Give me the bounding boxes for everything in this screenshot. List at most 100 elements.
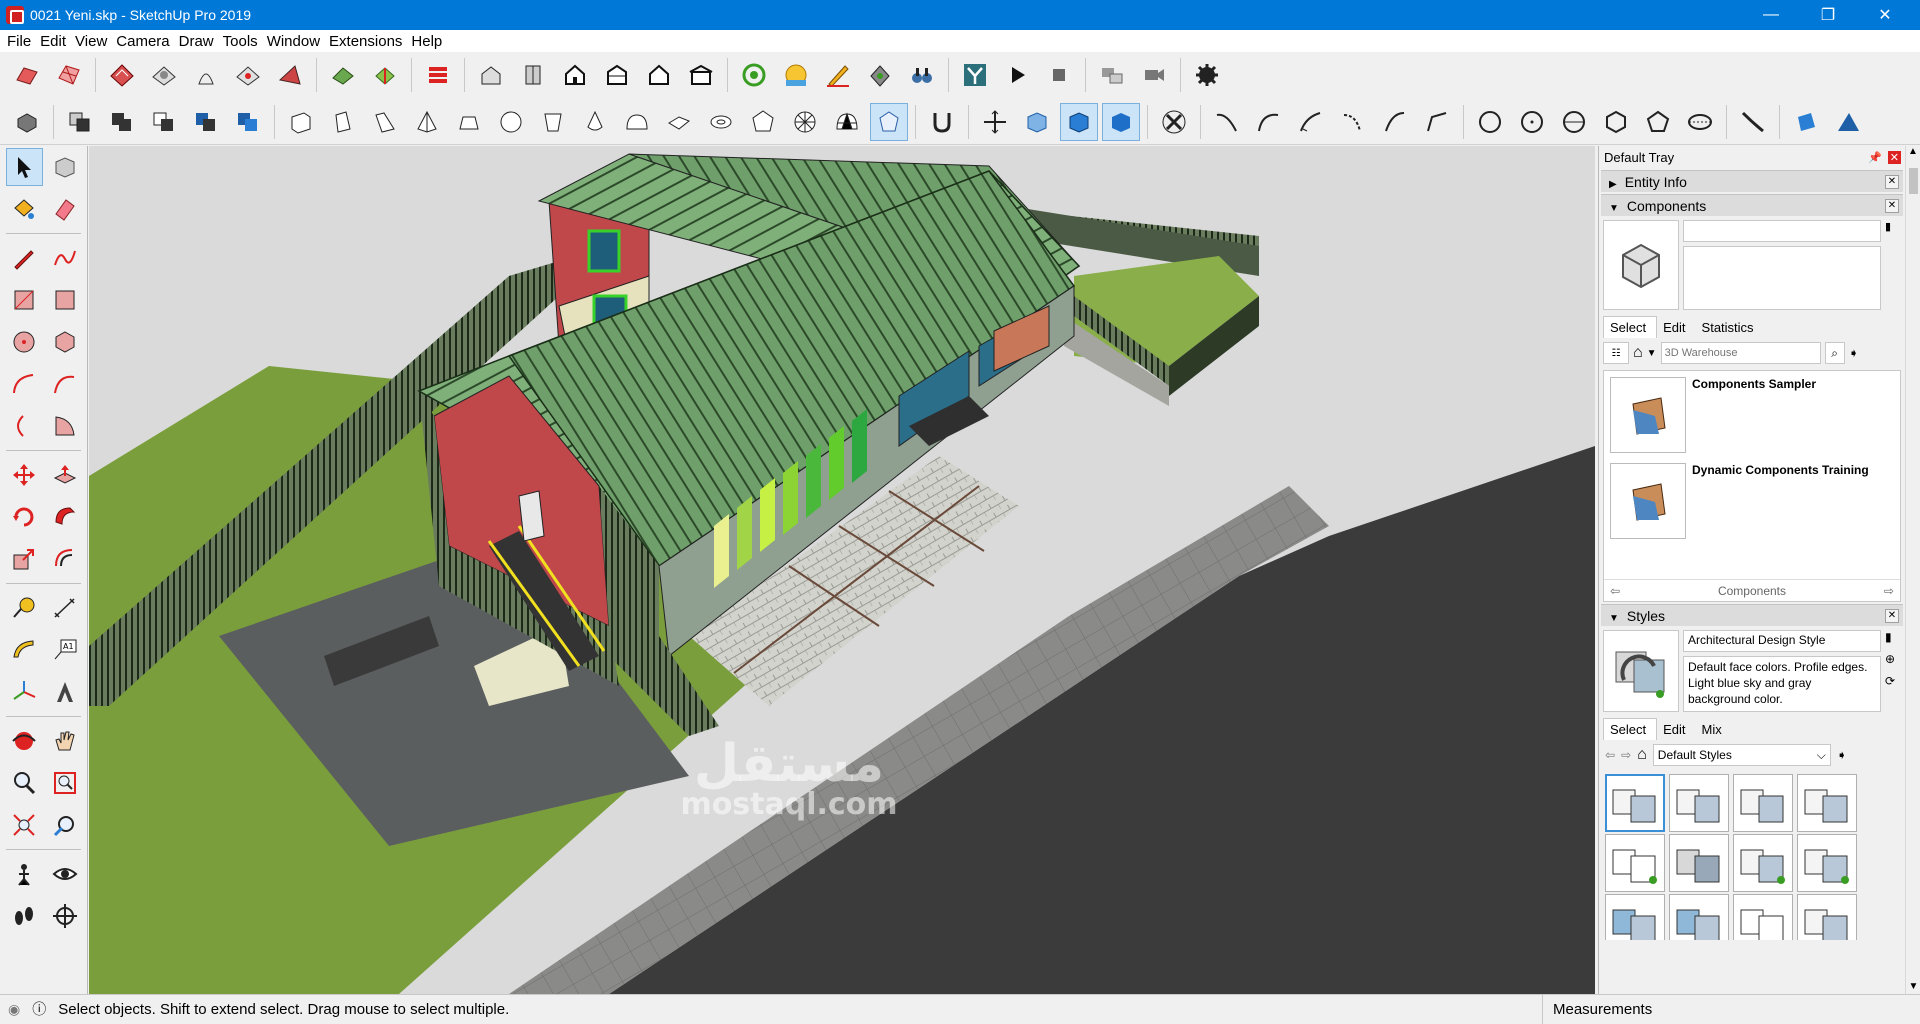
orbit-tool-button[interactable] (6, 722, 43, 760)
paint-bucket-button[interactable] (6, 190, 43, 228)
maximize-button[interactable]: ❐ (1805, 0, 1851, 30)
component-name-field[interactable] (1683, 220, 1881, 242)
shadows-button[interactable] (777, 56, 815, 94)
geodesic-button[interactable] (786, 103, 824, 141)
axes-tool-button[interactable] (6, 673, 43, 711)
pie-tool-button[interactable] (47, 407, 84, 445)
style-save-icon[interactable]: ▮ (1885, 630, 1901, 644)
box-button[interactable] (282, 103, 320, 141)
photo-match-button[interactable] (861, 56, 899, 94)
style-swatch[interactable] (1797, 774, 1857, 832)
camera-record-button[interactable] (1135, 56, 1173, 94)
dimension-tool-button[interactable] (47, 589, 84, 627)
forward-arrow-icon[interactable]: ⇨ (1621, 748, 1631, 762)
sandbox-from-contours-button[interactable] (103, 56, 141, 94)
dome-button[interactable] (618, 103, 656, 141)
union-button[interactable] (103, 103, 141, 141)
add-location-button[interactable] (8, 56, 46, 94)
style-swatch[interactable] (1605, 834, 1665, 892)
menu-draw[interactable]: Draw (176, 33, 220, 50)
helix-button[interactable] (870, 102, 908, 141)
tab-mix[interactable]: Mix (1696, 719, 1732, 740)
menu-camera[interactable]: Camera (113, 33, 175, 50)
measurements-box[interactable]: Measurements (1542, 995, 1920, 1024)
add-detail-button[interactable] (324, 56, 362, 94)
spline-button[interactable] (1334, 103, 1372, 141)
style-swatch[interactable] (1733, 834, 1793, 892)
tape-measure-button[interactable] (6, 589, 43, 627)
cubic-bezier-button[interactable] (1250, 103, 1288, 141)
scroll-up-icon[interactable]: ▲ (1906, 146, 1920, 157)
intersect-button[interactable] (61, 103, 99, 141)
tab-statistics[interactable]: Statistics (1696, 317, 1764, 338)
create-style-icon[interactable]: ⊕ (1885, 652, 1901, 666)
cone-button[interactable] (576, 103, 614, 141)
forward-arrow-icon[interactable]: ⇨ (1884, 584, 1894, 598)
offset-tool-button[interactable] (47, 540, 84, 578)
update-style-icon[interactable]: ⟳ (1885, 674, 1901, 688)
right-view-button[interactable] (598, 56, 636, 94)
drape-button[interactable] (271, 56, 309, 94)
extrude-face-button[interactable] (1829, 103, 1867, 141)
torus-button[interactable] (702, 103, 740, 141)
section-plane-tool-button[interactable] (47, 897, 84, 935)
info-icon[interactable]: ⓘ (32, 999, 46, 1019)
flip-edge-button[interactable] (366, 56, 404, 94)
binoculars-button[interactable] (903, 56, 941, 94)
pyramid-button[interactable] (408, 103, 446, 141)
trim-button[interactable] (187, 103, 225, 141)
arc-tool-button[interactable] (6, 365, 43, 403)
eraser-button[interactable] (47, 190, 84, 228)
minimize-button[interactable]: — (1748, 0, 1794, 30)
push-pull-button[interactable] (47, 456, 84, 494)
stamp-button[interactable] (229, 56, 267, 94)
zoom-window-button[interactable] (47, 764, 84, 802)
list-item[interactable]: Components Sampler (1604, 371, 1900, 457)
scene-export-button[interactable] (1093, 56, 1131, 94)
circle-center-button[interactable] (1513, 103, 1551, 141)
stop-button[interactable] (1040, 56, 1078, 94)
previous-view-button[interactable] (47, 806, 84, 844)
back-arrow-icon[interactable]: ⇦ (1605, 748, 1615, 762)
home-icon[interactable]: ⌂ (1633, 344, 1643, 362)
toggle-terrain-button[interactable] (50, 56, 88, 94)
back-arrow-icon[interactable]: ⇦ (1610, 584, 1620, 598)
top-view-button[interactable] (514, 56, 552, 94)
magnet-button[interactable] (923, 103, 961, 141)
menu-window[interactable]: Window (264, 33, 326, 50)
close-button[interactable]: ✕ (1862, 0, 1908, 30)
settings-button[interactable] (1188, 56, 1226, 94)
polygon-center-button[interactable] (1597, 103, 1635, 141)
close-icon[interactable]: ✕ (1885, 174, 1899, 189)
line-tool-button[interactable] (6, 239, 43, 277)
section-fill-button[interactable] (1102, 102, 1140, 141)
zoom-tool-button[interactable] (6, 764, 43, 802)
list-item[interactable]: Dynamic Components Training (1604, 457, 1900, 543)
section-cuts-button[interactable] (1060, 102, 1098, 141)
style-description-field[interactable]: Default face colors. Profile edges. Ligh… (1683, 656, 1881, 712)
scale-tool-button[interactable] (6, 540, 43, 578)
iso-view-button[interactable] (472, 56, 510, 94)
polyhedron-button[interactable] (744, 103, 782, 141)
scrollbar-thumb[interactable] (1909, 168, 1918, 194)
search-input[interactable] (1660, 342, 1821, 364)
details-arrow-icon[interactable]: ➧ (1837, 748, 1847, 762)
geo-location-button[interactable] (735, 56, 773, 94)
styles-library-select[interactable]: Default Styles ⌵ (1652, 744, 1831, 766)
tab-select[interactable]: Select (1603, 718, 1658, 740)
model-viewport[interactable]: مستقل mostaql.com (89, 146, 1595, 994)
polygon-3pt-button[interactable] (1555, 103, 1593, 141)
model-info-button[interactable] (819, 56, 857, 94)
3d-model-scene[interactable]: مستقل mostaql.com (89, 146, 1595, 994)
style-swatch[interactable] (1669, 894, 1729, 940)
pin-icon[interactable]: 📌 (1868, 151, 1882, 164)
look-around-button[interactable] (47, 855, 84, 893)
menu-help[interactable]: Help (408, 33, 448, 50)
smoove-button[interactable] (187, 56, 225, 94)
frustum-button[interactable] (450, 103, 488, 141)
prism-button[interactable] (324, 103, 362, 141)
details-arrow-icon[interactable]: ➧ (1849, 346, 1859, 360)
two-point-arc-button[interactable] (47, 365, 84, 403)
menu-tools[interactable]: Tools (220, 33, 264, 50)
front-view-button[interactable] (556, 56, 594, 94)
